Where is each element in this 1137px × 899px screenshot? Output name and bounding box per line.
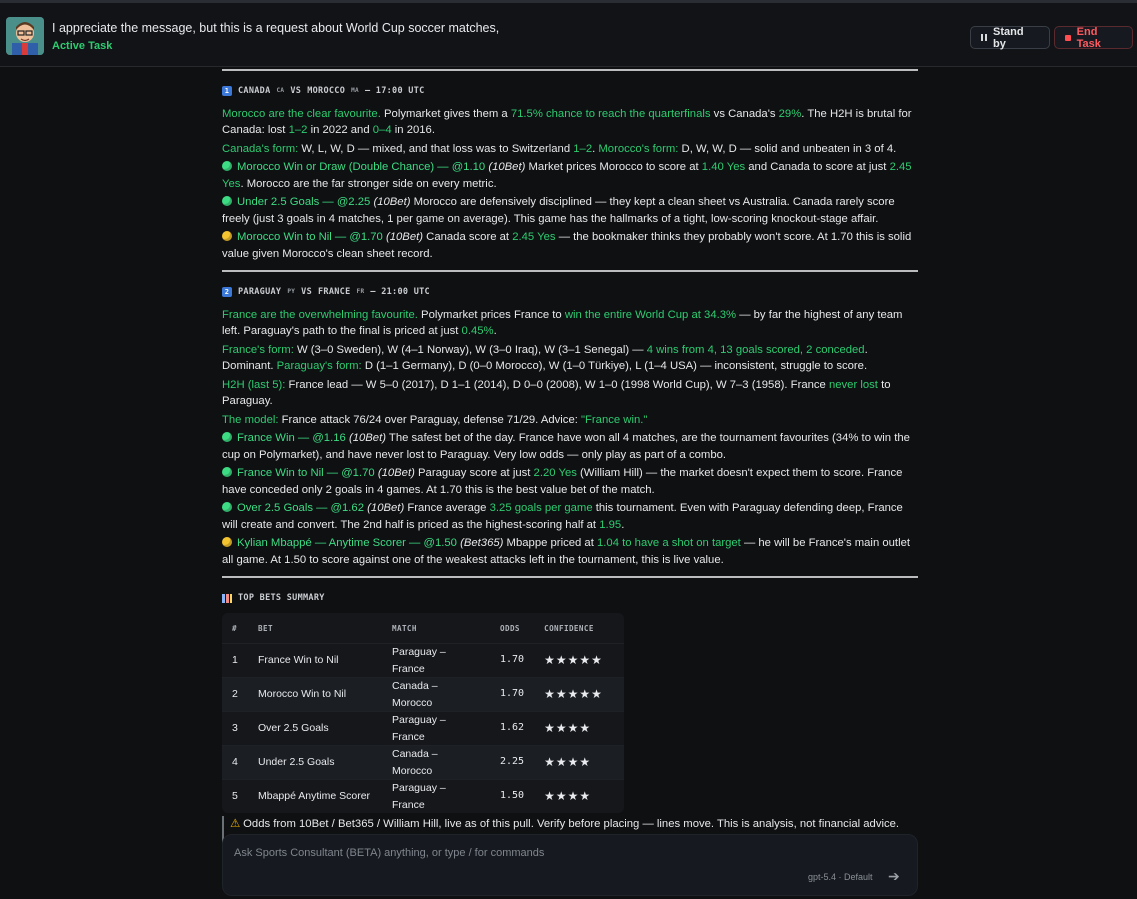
flag-ca: CA [276,87,285,94]
paragraph: France's form: W (3–0 Sweden), W (4–1 No… [222,343,868,373]
match-header-canada-morocco: 1 CANADA CA VS MOROCCO MA — 17:00 UTC [222,83,918,100]
number-badge: 1 [222,86,232,97]
standby-button[interactable]: Stand by [970,25,1050,50]
green-circle-icon [222,196,232,206]
flag-ma: MA [351,87,359,94]
table-row: 5 Mbappé Anytime Scorer Paraguay – France 1… [222,779,625,813]
bet-item: Over 2.5 Goals — @1.62 (10Bet) France av… [222,502,903,531]
end-task-button[interactable]: End Task [1054,25,1133,50]
yellow-circle-icon [222,231,232,241]
bet-item: Morocco Win to Nil — @1.70 (10Bet) Canad… [222,231,912,260]
send-arrow-icon[interactable]: ➔ [888,868,900,885]
star-rating: ★★★★ [534,779,625,813]
bet-item: Kylian Mbappé — Anytime Scorer — @1.50 (… [222,537,911,566]
paragraph: France are the overwhelming favourite. P… [222,308,903,338]
task-status: Active Task [52,40,113,52]
table-row: 2 Morocco Win to Nil Canada – Morocco 1.70 ★… [222,677,625,712]
flag-fr: FR [356,288,365,295]
top-bets-table: # BET MATCH ODDS CONFIDENCE 1 France Win … [222,612,625,813]
end-task-label: End Task [1076,25,1101,50]
divider [222,270,918,272]
star-rating: ★★★★ [534,745,625,780]
bet-item: Under 2.5 Goals — @2.25 (10Bet) Morocco … [222,196,895,225]
bet-item: Morocco Win or Draw (Double Chance) — @1… [222,161,912,190]
avatar [6,17,44,55]
green-circle-icon [222,161,232,171]
chat-input[interactable]: Ask Sports Consultant (BETA) anything, o… [234,847,544,859]
task-title: I appreciate the message, but this is a … [52,21,500,35]
message-composer[interactable]: Ask Sports Consultant (BETA) anything, o… [222,834,918,896]
green-circle-icon [222,467,232,477]
stop-icon [1065,34,1071,41]
table-row: 1 France Win to Nil Paraguay – France 1.70 ★… [222,643,625,678]
chat-message: 1 CANADA CA VS MOROCCO MA — 17:00 UTC Mo… [222,69,918,850]
pause-icon [981,34,987,41]
table-row: 4 Under 2.5 Goals Canada – Morocco 2.25 ★★★★ [222,745,625,780]
divider [222,69,918,71]
paragraph: Canada's form: W, L, W, D — mixed, and t… [222,142,897,155]
bet-item: France Win to Nil — @1.70 (10Bet) Paragu… [222,467,903,496]
match-header-paraguay-france: 2 PARAGUAY PY VS FRANCE FR — 21:00 UTC [222,284,918,301]
divider [222,576,918,578]
star-rating: ★★★★★ [534,643,625,678]
star-rating: ★★★★★ [534,677,625,712]
number-badge: 2 [222,287,232,298]
table-row: 3 Over 2.5 Goals Paraguay – France 1.62 ★★★★ [222,711,625,746]
green-circle-icon [222,432,232,442]
table-header-row: # BET MATCH ODDS CONFIDENCE [222,612,625,644]
warning-icon: ⚠ [230,818,241,830]
top-bar: I appreciate the message, but this is a … [0,0,1137,67]
summary-header: TOP BETS SUMMARY [222,590,918,607]
model-selector[interactable]: gpt-5.4 · Default [808,872,873,882]
standby-label: Stand by [993,25,1024,50]
bet-item: France Win — @1.16 (10Bet) The safest be… [222,432,910,461]
green-circle-icon [222,502,232,512]
flag-py: PY [287,288,296,295]
star-rating: ★★★★ [534,711,625,746]
paragraph: H2H (last 5): France lead — W 5–0 (2017)… [222,378,891,408]
yellow-circle-icon [222,537,232,547]
bar-chart-icon [222,593,232,603]
paragraph: The model: France attack 76/24 over Para… [222,413,648,426]
paragraph: Morocco are the clear favourite. Polymar… [222,107,912,137]
